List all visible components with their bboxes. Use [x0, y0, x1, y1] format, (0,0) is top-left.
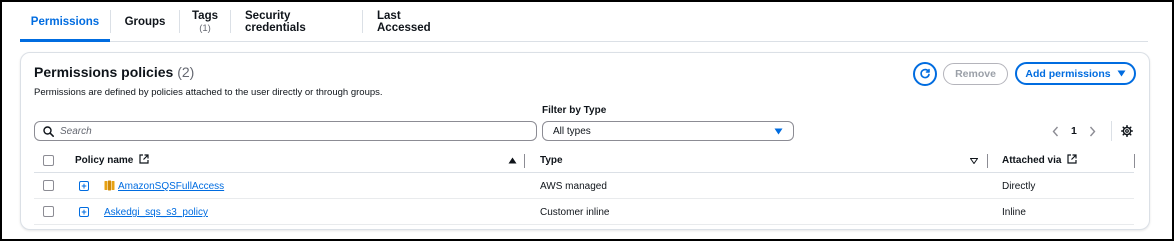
panel-title-text: Permissions policies — [34, 64, 174, 80]
pagination: 1 — [1052, 125, 1096, 137]
tab-count: (1) — [199, 22, 211, 34]
remove-button-label: Remove — [955, 68, 996, 80]
external-link-icon — [139, 154, 149, 164]
filter-type-select[interactable]: All types — [542, 121, 794, 141]
settings-icon[interactable] — [1121, 125, 1133, 137]
panel-title: Permissions policies (2) — [34, 64, 194, 80]
policy-name-link[interactable]: AmazonSQSFullAccess — [118, 181, 224, 192]
tab-bar: Permissions Groups Tags (1) Security cre… — [20, 2, 1148, 42]
search-field[interactable] — [34, 121, 537, 141]
search-input[interactable] — [60, 125, 530, 137]
sort-descending-icon[interactable] — [970, 158, 978, 164]
column-header-label: Attached via — [1002, 155, 1062, 166]
add-permissions-label: Add permissions — [1025, 67, 1111, 80]
tab-label: Tags — [192, 9, 218, 22]
row-checkbox[interactable] — [43, 206, 54, 217]
tab-security-credentials[interactable]: Security credentials — [231, 2, 362, 41]
caret-down-icon — [774, 128, 783, 134]
caret-down-icon — [1117, 70, 1126, 77]
remove-button[interactable]: Remove — [943, 63, 1008, 85]
refresh-icon — [920, 68, 930, 79]
permissions-policies-panel: Permissions policies (2) Permissions are… — [20, 52, 1150, 230]
table-header: Policy name Type Attached via — [34, 149, 1135, 173]
column-header-policy-name[interactable]: Policy name — [75, 154, 149, 166]
tab-label: Last Accessed — [377, 9, 431, 34]
tab-permissions[interactable]: Permissions — [20, 2, 110, 42]
add-permissions-button[interactable]: Add permissions — [1015, 62, 1136, 85]
panel-count: (2) — [177, 64, 195, 80]
tab-label: Security credentials — [245, 9, 306, 34]
select-all-checkbox[interactable] — [43, 155, 54, 166]
external-link-icon — [1067, 154, 1077, 164]
expand-icon[interactable]: + — [79, 181, 89, 191]
tab-groups[interactable]: Groups — [111, 2, 179, 41]
column-divider[interactable] — [987, 154, 988, 168]
tab-label: Permissions — [30, 15, 100, 28]
row-checkbox[interactable] — [43, 180, 54, 191]
table-row: + Askedgi_sqs_s3_policy Customer inline … — [34, 199, 1134, 225]
current-page[interactable]: 1 — [1071, 125, 1077, 137]
panel-description: Permissions are defined by policies atta… — [34, 87, 383, 98]
column-header-attached-via[interactable]: Attached via — [1002, 154, 1077, 166]
policy-attached-via: Directly — [1002, 181, 1036, 192]
policy-type: AWS managed — [540, 181, 607, 192]
tab-label: Groups — [124, 15, 166, 28]
policy-name-link[interactable]: Askedgi_sqs_s3_policy — [104, 207, 208, 218]
tab-tags[interactable]: Tags (1) — [180, 2, 230, 41]
tab-last-accessed[interactable]: Last Accessed — [363, 2, 463, 41]
expand-icon[interactable]: + — [79, 207, 89, 217]
search-icon — [43, 125, 54, 137]
chevron-left-icon[interactable] — [1052, 126, 1059, 137]
policy-type: Customer inline — [540, 207, 610, 218]
column-divider[interactable] — [524, 154, 525, 168]
pager-divider — [1111, 121, 1112, 141]
sqs-service-icon — [104, 180, 115, 191]
table-row: + AmazonSQSFullAccess AWS managed Direct… — [34, 173, 1134, 199]
column-header-type[interactable]: Type — [540, 155, 563, 166]
chevron-right-icon[interactable] — [1089, 126, 1096, 137]
filter-by-type-label: Filter by Type — [542, 105, 607, 116]
filter-type-value: All types — [553, 125, 591, 137]
refresh-button[interactable] — [913, 62, 937, 86]
policy-attached-via: Inline — [1002, 207, 1026, 218]
sort-ascending-icon[interactable] — [508, 157, 517, 164]
column-divider[interactable] — [1134, 154, 1135, 168]
column-header-label: Policy name — [75, 155, 134, 166]
